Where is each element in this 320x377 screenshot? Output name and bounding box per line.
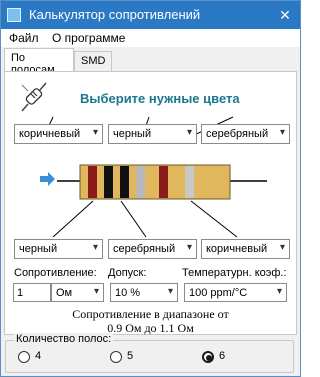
band-select-top-1[interactable]: коричневый ▾ <box>14 124 103 144</box>
radio-label: 5 <box>127 350 134 362</box>
band-select-top-3[interactable]: серебряный ▾ <box>201 124 290 144</box>
chevron-down-icon: ▾ <box>92 242 98 253</box>
color-band-2 <box>104 166 113 198</box>
band-select-top-2-value: черный <box>113 128 152 140</box>
band-select-bottom-2-value: серебряный <box>113 243 176 255</box>
resistance-input-value: 1 <box>17 287 24 299</box>
radio-circle <box>18 351 30 363</box>
band-select-bottom-3[interactable]: коричневый ▾ <box>201 239 290 259</box>
radio-label: 6 <box>219 350 226 362</box>
chevron-down-icon: ▾ <box>279 127 285 138</box>
tolerance-label: Допуск: <box>108 267 147 279</box>
radio-circle <box>110 351 122 363</box>
radio-circle-checked <box>202 351 214 363</box>
lead-line <box>52 200 94 238</box>
band-count-legend: Количество полос: <box>14 333 114 345</box>
arrow-right-icon <box>40 172 55 186</box>
tolerance-value: 10 % <box>115 287 141 299</box>
band-select-bottom-3-value: коричневый <box>206 243 268 255</box>
resistance-unit-select[interactable]: Ом ▾ <box>51 283 104 302</box>
tempco-value: 100 ppm/°C <box>189 287 248 299</box>
resistance-label: Сопротивление: <box>14 267 97 279</box>
lead-line <box>120 200 147 238</box>
lead-line <box>190 200 238 238</box>
band-count-group: Количество полос: 4 5 6 <box>5 333 294 373</box>
radio-label: 4 <box>35 350 42 362</box>
band-select-bottom-1[interactable]: черный ▾ <box>14 239 103 259</box>
band-select-top-3-value: серебряный <box>206 128 269 140</box>
chevron-down-icon: ▾ <box>167 286 173 297</box>
chevron-down-icon: ▾ <box>92 127 98 138</box>
chevron-down-icon: ▾ <box>279 242 285 253</box>
band-select-top-1-value: коричневый <box>19 128 81 140</box>
tempco-select[interactable]: 100 ppm/°C ▾ <box>184 283 287 302</box>
band-select-bottom-1-value: черный <box>19 243 58 255</box>
chevron-down-icon: ▾ <box>186 242 192 253</box>
chevron-down-icon: ▾ <box>186 127 192 138</box>
band-select-top-2[interactable]: черный ▾ <box>108 124 197 144</box>
chevron-down-icon: ▾ <box>276 286 282 297</box>
band-select-bottom-2[interactable]: серебряный ▾ <box>108 239 197 259</box>
range-text-line-1: Сопротивление в диапазоне от <box>72 307 229 321</box>
tolerance-select[interactable]: 10 % ▾ <box>110 283 178 302</box>
resistor-body <box>79 164 231 200</box>
color-band-4 <box>136 166 145 198</box>
resistance-input[interactable]: 1 <box>13 283 51 302</box>
color-band-6 <box>185 166 194 198</box>
tempco-label: Температурн. коэф.: <box>182 267 287 279</box>
color-band-1 <box>88 166 97 198</box>
color-band-3 <box>120 166 129 198</box>
resistance-unit-value: Ом <box>56 287 73 299</box>
calculator-window: Калькулятор сопротивлений ✕ Файл О прогр… <box>0 0 301 377</box>
chevron-down-icon: ▾ <box>93 286 99 297</box>
color-band-5 <box>159 166 168 198</box>
